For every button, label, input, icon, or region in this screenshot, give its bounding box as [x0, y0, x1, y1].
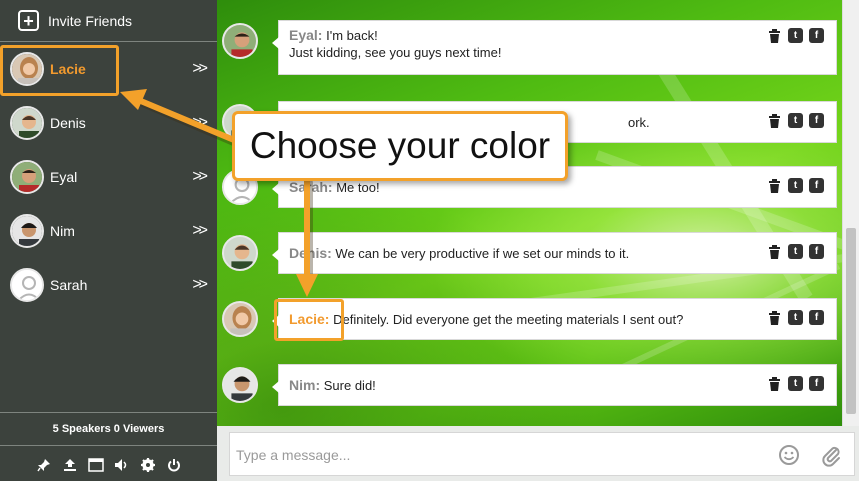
message-actions: t f — [767, 376, 824, 391]
message-text: ork. — [628, 115, 650, 130]
twitter-icon[interactable]: t — [788, 178, 803, 193]
message-text: Definitely. Did everyone get the meeting… — [333, 312, 684, 327]
twitter-icon[interactable]: t — [788, 310, 803, 325]
sidebar-user-nim[interactable]: Nim >> — [0, 204, 217, 258]
twitter-icon[interactable]: t — [788, 113, 803, 128]
paperclip-icon[interactable] — [819, 443, 843, 467]
facebook-icon[interactable]: f — [809, 310, 824, 325]
message-author: Nim: — [289, 377, 321, 393]
facebook-icon[interactable]: f — [809, 178, 824, 193]
window-icon[interactable] — [87, 456, 105, 474]
volume-icon[interactable] — [113, 456, 131, 474]
trash-icon[interactable] — [767, 244, 782, 259]
toolbar — [0, 452, 217, 478]
trash-icon[interactable] — [767, 376, 782, 391]
message-input[interactable] — [236, 443, 756, 467]
chat-message: Eyal: I'm back! Just kidding, see you gu… — [217, 20, 842, 75]
avatar — [222, 235, 258, 271]
participant-counts: 5 Speakers 0 Viewers — [0, 412, 217, 446]
avatar — [10, 106, 44, 140]
twitter-icon[interactable]: t — [788, 376, 803, 391]
sidebar-user-eyal[interactable]: Eyal >> — [0, 150, 217, 204]
annotation-callout: Choose your color — [232, 111, 568, 181]
user-name: Eyal — [50, 169, 78, 185]
scrollbar-thumb[interactable] — [846, 228, 856, 414]
message-text: Sure did! — [323, 378, 376, 393]
avatar — [222, 23, 258, 59]
message-author: Sarah: — [289, 179, 333, 195]
highlight-box-author — [274, 299, 344, 341]
message-actions: t f — [767, 28, 824, 43]
gear-icon[interactable] — [139, 456, 157, 474]
sidebar-user-sarah[interactable]: Sarah >> — [0, 258, 217, 312]
composer — [217, 426, 859, 481]
chat-message: Nim: Sure did! t f — [217, 364, 842, 406]
message-text: Just kidding, see you guys next time! — [289, 45, 502, 60]
trash-icon[interactable] — [767, 310, 782, 325]
message-text: We can be very productive if we set our … — [335, 246, 630, 261]
chat-scrollbar[interactable] — [842, 0, 859, 426]
facebook-icon[interactable]: f — [809, 376, 824, 391]
highlight-box-user — [0, 45, 119, 96]
message-author: Eyal: — [289, 27, 323, 43]
chevron-right-icon[interactable]: >> — [192, 168, 208, 186]
message-actions: t f — [767, 244, 824, 259]
avatar — [222, 367, 258, 403]
avatar — [10, 268, 44, 302]
chevron-right-icon[interactable]: >> — [192, 222, 208, 240]
facebook-icon[interactable]: f — [809, 113, 824, 128]
invite-friends-label: Invite Friends — [48, 12, 133, 29]
facebook-icon[interactable]: f — [809, 28, 824, 43]
message-text: I'm back! — [326, 28, 378, 43]
chat-area: Eyal: I'm back! Just kidding, see you gu… — [217, 0, 842, 426]
chevron-right-icon[interactable]: >> — [192, 60, 208, 78]
message-bubble: Nim: Sure did! t f — [272, 364, 837, 406]
message-author: Denis: — [289, 245, 332, 261]
emoji-icon[interactable] — [778, 444, 800, 466]
invite-friends-button[interactable]: + Invite Friends — [0, 0, 217, 42]
upload-icon[interactable] — [61, 456, 79, 474]
message-text: Me too! — [336, 180, 380, 195]
facebook-icon[interactable]: f — [809, 244, 824, 259]
trash-icon[interactable] — [767, 113, 782, 128]
trash-icon[interactable] — [767, 178, 782, 193]
sidebar-user-denis[interactable]: Denis >> — [0, 96, 217, 150]
message-bubble: Eyal: I'm back! Just kidding, see you gu… — [272, 20, 837, 75]
user-name: Nim — [50, 223, 75, 239]
chevron-right-icon[interactable]: >> — [192, 114, 208, 132]
message-actions: t f — [767, 113, 824, 128]
avatar — [222, 301, 258, 337]
power-icon[interactable] — [165, 456, 183, 474]
plus-icon: + — [18, 10, 39, 31]
chevron-right-icon[interactable]: >> — [192, 276, 208, 294]
twitter-icon[interactable]: t — [788, 244, 803, 259]
message-bubble: Lacie: Definitely. Did everyone get the … — [272, 298, 837, 340]
avatar — [10, 214, 44, 248]
user-name: Sarah — [50, 277, 88, 293]
pin-icon[interactable] — [35, 456, 53, 474]
chat-message: Denis: We can be very productive if we s… — [217, 232, 842, 274]
message-bubble: Denis: We can be very productive if we s… — [272, 232, 837, 274]
trash-icon[interactable] — [767, 28, 782, 43]
message-actions: t f — [767, 310, 824, 325]
message-box — [229, 432, 855, 476]
twitter-icon[interactable]: t — [788, 28, 803, 43]
user-name: Denis — [50, 115, 86, 131]
message-actions: t f — [767, 178, 824, 193]
avatar — [10, 160, 44, 194]
